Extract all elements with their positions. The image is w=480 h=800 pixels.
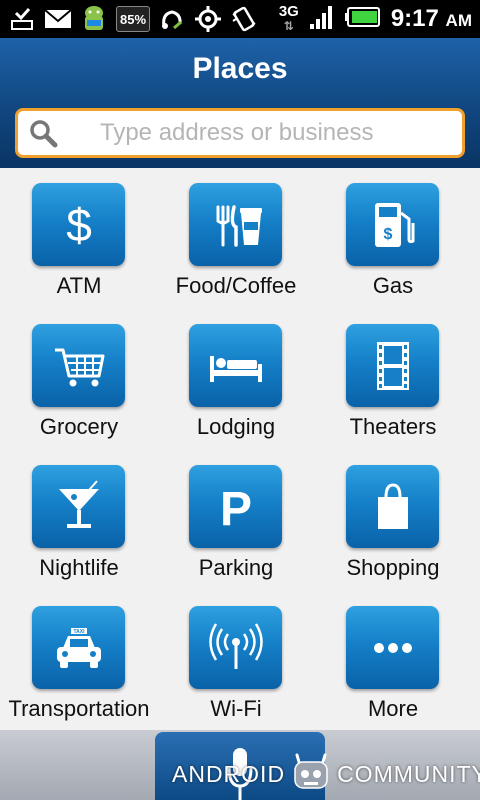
category-more[interactable]: More [314,591,472,732]
nightlife-tile[interactable] [32,465,125,548]
clock: 9:17 AM [390,5,472,32]
film-icon [376,341,409,390]
gps-icon [194,5,222,33]
parking-icon: P [219,483,251,536]
food-coffee-tile[interactable] [189,183,282,266]
vibrate-icon [230,5,258,33]
dollar-icon: $ [66,199,92,251]
category-lodging[interactable]: Lodging [157,309,315,450]
page-title: Places [192,52,288,85]
category-label: Wi-Fi [210,696,262,721]
theaters-tile[interactable] [346,324,439,407]
network-type: 3G ⇅ [278,3,299,33]
category-label: Food/Coffee [175,273,297,298]
category-label: Grocery [39,414,119,439]
wifi-tile[interactable] [189,606,282,689]
category-food-coffee[interactable]: Food/Coffee [157,168,315,309]
search-icon[interactable] [28,118,58,148]
category-label: ATM [56,273,102,298]
svg-text:$: $ [66,199,92,251]
shopping-cart-icon [54,348,104,386]
taxi-icon: TAXI [56,627,101,668]
category-label: Shopping [346,555,440,580]
robot-logo-icon [294,753,328,789]
category-theaters[interactable]: Theaters [314,309,472,450]
bed-icon [209,355,262,382]
svg-text:P: P [219,483,251,536]
lodging-tile[interactable] [189,324,282,407]
status-right: 3G ⇅ 9:17 AM [279,2,472,36]
transportation-tile[interactable]: TAXI [32,606,125,689]
category-wifi[interactable]: Wi-Fi [157,591,315,732]
search-input[interactable] [100,119,462,147]
category-label: Transportation [8,696,150,721]
category-parking[interactable]: P Parking [157,450,315,591]
grocery-tile[interactable] [32,324,125,407]
category-gas[interactable]: $ Gas [314,168,472,309]
wifi-icon [208,622,263,669]
category-label: Parking [198,555,274,580]
status-bar: 85% 3G ⇅ 9:17 AM [0,0,480,38]
watermark: ANDROID COMMUNITY [172,753,480,794]
food-coffee-icon [216,204,262,247]
svg-text:$: $ [383,226,392,243]
category-grid: $ ATM Food/Coffee $ Gas Grocery Lodging … [0,168,480,730]
notification-icons: 85% [8,4,258,34]
shopping-bag-icon [377,482,408,529]
more-tile[interactable] [346,606,439,689]
shopping-tile[interactable] [346,465,439,548]
headset-icon [158,5,186,33]
battery-percent-badge: 85% [116,6,150,32]
category-label: Theaters [349,414,437,439]
battery-icon [344,6,381,32]
atm-tile[interactable]: $ [32,183,125,266]
category-shopping[interactable]: Shopping [314,450,472,591]
places-header: Places [0,38,480,168]
watermark-right: COMMUNITY [337,760,480,787]
gas-pump-icon: $ [374,202,414,247]
watermark-left: ANDROID [172,760,286,787]
cocktail-icon [58,479,99,528]
category-label: More [367,696,419,721]
search-box[interactable] [15,108,465,158]
category-atm[interactable]: $ ATM [0,168,158,309]
category-grocery[interactable]: Grocery [0,309,158,450]
category-label: Gas [372,273,414,298]
android-icon [80,5,108,33]
bottom-bar: ANDROID COMMUNITY [0,730,480,800]
more-dots-icon [373,642,412,653]
category-nightlife[interactable]: Nightlife [0,450,158,591]
mail-icon [44,5,72,33]
svg-text:TAXI: TAXI [73,629,85,635]
signal-icon [309,4,335,35]
gas-tile[interactable]: $ [346,183,439,266]
category-label: Nightlife [39,555,119,580]
category-transportation[interactable]: TAXI Transportation [0,591,158,732]
parking-tile[interactable]: P [189,465,282,548]
download-complete-icon [8,5,36,33]
category-label: Lodging [196,414,276,439]
